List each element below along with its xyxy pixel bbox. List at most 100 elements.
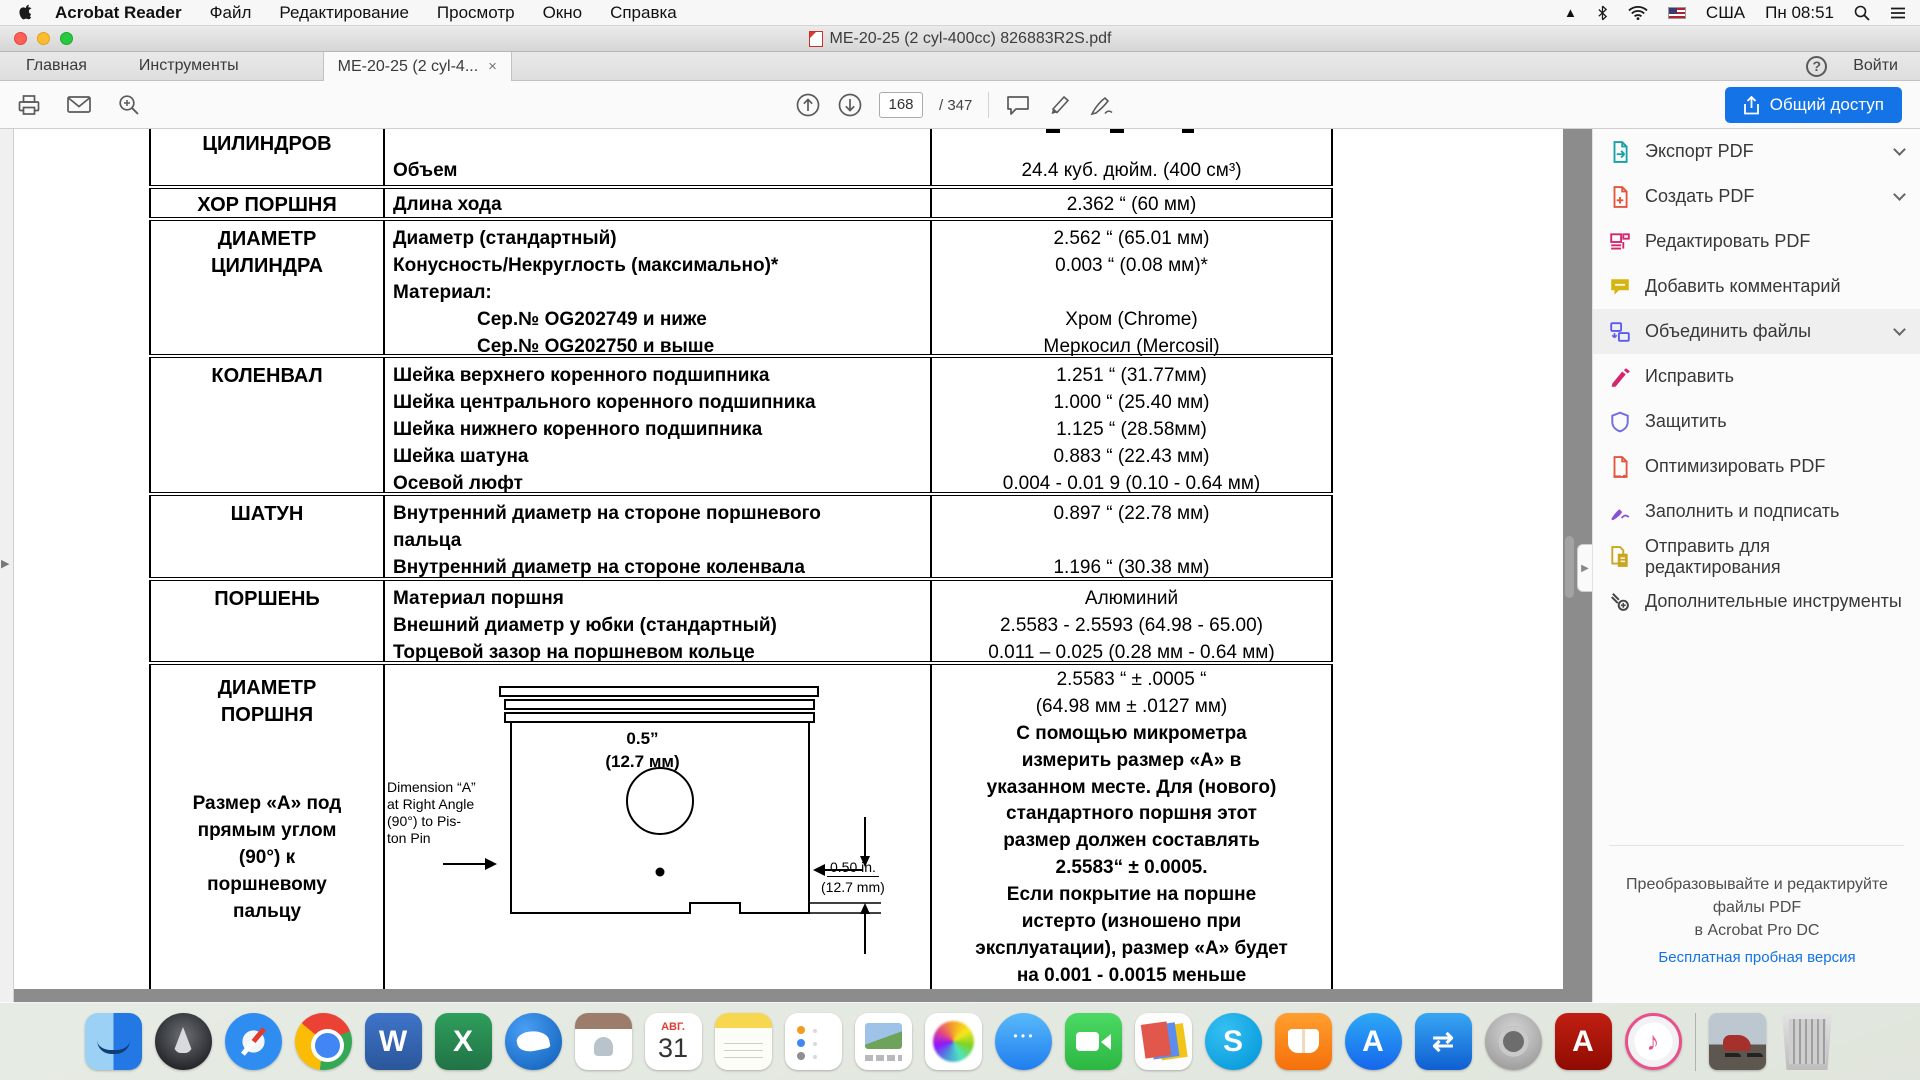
share-button[interactable]: Общий доступ [1725,87,1902,123]
tab-tools[interactable]: Инструменты [113,52,265,80]
tab-document[interactable]: ME-20-25 (2 cyl-4... × [323,52,512,81]
tool-item-export[interactable]: Экспорт PDF [1593,129,1920,174]
dock-contacts-icon[interactable] [575,1013,632,1070]
menu-clock[interactable]: Пн 08:51 [1765,3,1834,23]
nav-pane-rail[interactable]: ▶ [0,129,14,1003]
apple-menu-icon[interactable] [18,4,33,21]
tab-close-icon[interactable]: × [488,58,497,75]
row-category: ПОРШНЯ [151,702,383,729]
protect-icon [1609,411,1631,433]
send-icon [1609,546,1631,568]
tool-item-comment[interactable]: Добавить комментарий [1593,264,1920,309]
notification-center-icon[interactable] [1890,6,1906,20]
dock-preview-icon[interactable] [855,1013,912,1070]
optimize-icon [1609,456,1631,478]
previous-page-icon[interactable] [795,92,821,118]
tool-item-send[interactable]: Отправить для редактирования [1593,534,1920,579]
row-value: 2.562 “ (65.01 мм) [932,226,1331,253]
row-description: Сер.№ OG202749 и ниже [385,307,930,334]
dock-finder-icon[interactable] [85,1013,142,1070]
dock-safari-icon[interactable] [225,1013,282,1070]
page-number-input[interactable]: 168 [879,92,923,118]
dock-books-icon[interactable] [1275,1013,1332,1070]
dock-trash-icon[interactable] [1779,1013,1836,1070]
tool-item-redact[interactable]: Исправить [1593,354,1920,399]
row-value: Алюминий [932,586,1331,613]
tool-item-fillsign[interactable]: Заполнить и подписать [1593,489,1920,534]
menu-item-окно[interactable]: Окно [543,3,583,23]
chevron-down-icon[interactable] [1893,188,1906,201]
dock-notes-icon[interactable] [715,1013,772,1070]
zoom-window-button[interactable] [60,32,73,45]
bluetooth-icon[interactable] [1597,5,1608,21]
tab-home[interactable]: Главная [0,52,113,80]
email-icon[interactable] [66,92,92,118]
window-title: ME-20-25 (2 cyl-400cc) 826883R2S.pdf [830,30,1112,48]
spotlight-icon[interactable] [1854,5,1870,21]
dock-photo-booth-icon[interactable] [1135,1013,1192,1070]
tool-item-protect[interactable]: Защитить [1593,399,1920,444]
menu-item-справка[interactable]: Справка [610,3,677,23]
menu-item-файл[interactable]: Файл [210,3,252,23]
window-title-bar[interactable]: ME-20-25 (2 cyl-400cc) 826883R2S.pdf [0,26,1920,52]
tool-item-create[interactable]: Создать PDF [1593,174,1920,219]
row-category: ДИАМЕТР [151,226,383,253]
dock-skype-icon[interactable]: S [1205,1013,1262,1070]
vertical-scrollbar-thumb[interactable] [1565,536,1574,598]
dock-thunderbird-icon[interactable] [505,1013,562,1070]
next-page-icon[interactable] [837,92,863,118]
comment-icon[interactable] [1005,92,1031,118]
collapse-tools-pane-icon[interactable]: ▶ [1577,544,1592,592]
tool-item-label: Объединить файлы [1645,321,1811,342]
dock-app-store-icon[interactable]: A [1345,1013,1402,1070]
dock-photos-icon[interactable] [925,1013,982,1070]
dock-chrome-icon[interactable] [295,1013,352,1070]
row-category: ШАТУН [151,501,383,528]
help-icon[interactable]: ? [1806,56,1827,77]
highlighter-icon[interactable] [1047,92,1073,118]
dock-facetime-icon[interactable] [1065,1013,1122,1070]
input-language-label[interactable]: США [1706,3,1745,23]
dock-reminders-icon[interactable] [785,1013,842,1070]
tool-item-more[interactable]: Дополнительные инструменты [1593,579,1920,624]
minimize-window-button[interactable] [37,32,50,45]
dock-calendar-icon[interactable]: АВГ.31 [645,1013,702,1070]
row-description: Шейка нижнего коренного подшипника [385,417,930,444]
dock-excel-icon[interactable]: X [435,1013,492,1070]
dock-itunes-icon[interactable]: ♪ [1625,1013,1682,1070]
tool-item-optimize[interactable]: Оптимизировать PDF [1593,444,1920,489]
dock-motorcycle-file-icon[interactable] [1709,1013,1766,1070]
tool-item-combine[interactable]: Объединить файлы [1593,309,1920,354]
menu-item-редактирование[interactable]: Редактирование [279,3,409,23]
display-arrangement-icon[interactable]: ▲ [1564,5,1577,20]
tools-pane-handle-rail: ▶ [1577,129,1592,1003]
close-window-button[interactable] [14,32,27,45]
print-icon[interactable] [16,92,42,118]
pdf-page: ЦИЛИНДРОВОбъем 24.4 куб. дюйм. (400 см³)… [14,129,1563,989]
row-value: С помощью микрометра [932,721,1331,748]
tool-item-label: Создать PDF [1645,186,1754,207]
sign-in-link[interactable]: Войти [1853,57,1898,75]
chevron-down-icon[interactable] [1893,323,1906,336]
menu-item-просмотр[interactable]: Просмотр [437,3,515,23]
input-language-flag-icon[interactable] [1668,7,1686,19]
tool-item-edit[interactable]: Редактировать PDF [1593,219,1920,264]
dock-system-preferences-icon[interactable] [1485,1013,1542,1070]
dock-launchpad-icon[interactable] [155,1013,212,1070]
open-nav-pane-icon[interactable]: ▶ [1,557,9,570]
fill-sign-icon[interactable] [1089,92,1115,118]
row-value: 2.362 “ (60 мм) [932,191,1331,219]
dock-teamviewer-icon[interactable] [1415,1013,1472,1070]
zoom-tool-icon[interactable] [116,92,142,118]
wifi-icon[interactable] [1628,6,1648,20]
active-app-name[interactable]: Acrobat Reader [55,3,182,23]
table-section: КОЛЕНВАЛШейка верхнего коренного подшипн… [149,360,1333,494]
dock-acrobat-reader-icon[interactable]: A [1555,1013,1612,1070]
dock-messages-icon[interactable] [995,1013,1052,1070]
row-description: Внешний диаметр у юбки (стандартный) [385,613,930,640]
menu-bar: Acrobat Reader Файл Редактирование Просмот… [0,0,1920,26]
free-trial-link[interactable]: Бесплатная пробная версия [1603,949,1911,966]
acrobat-pro-promo: Преобразовывайте и редактируйте файлы PD… [1603,873,1911,942]
chevron-down-icon[interactable] [1893,143,1906,156]
dock-word-icon[interactable]: W [365,1013,422,1070]
